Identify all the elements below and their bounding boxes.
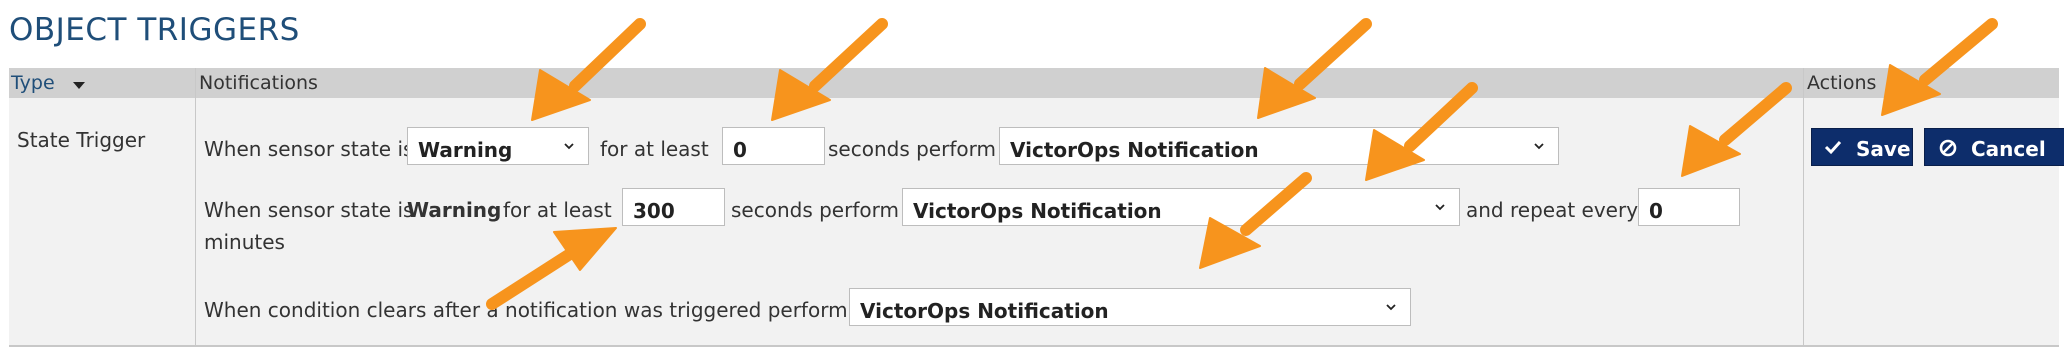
annotation-arrow-icon [486, 227, 617, 310]
annotation-arrow-icon [1199, 172, 1312, 269]
annotation-arrow-icon [1365, 82, 1478, 181]
annotation-arrow-icon [1257, 18, 1372, 119]
annotation-arrows [486, 18, 1998, 310]
annotation-arrow-icon [531, 18, 646, 121]
annotation-arrow-icon [1681, 82, 1792, 177]
annotation-arrow-icon [1881, 18, 1998, 116]
annotation-arrow-icon [771, 18, 888, 121]
